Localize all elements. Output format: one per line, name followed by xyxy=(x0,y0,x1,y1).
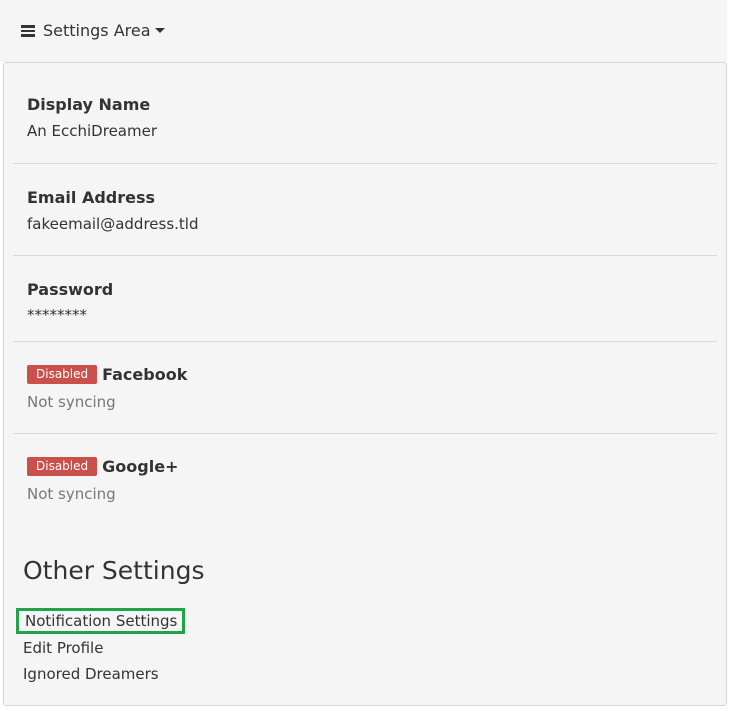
settings-area-dropdown[interactable]: Settings Area xyxy=(21,20,165,40)
settings-panel: Display Name An EcchiDreamer Email Addre… xyxy=(3,62,727,706)
facebook-status-badge: Disabled xyxy=(27,365,98,384)
password-label: Password xyxy=(27,280,114,299)
google-status-badge: Disabled xyxy=(27,457,98,476)
email-label: Email Address xyxy=(27,188,156,207)
other-settings-heading: Other Settings xyxy=(23,556,205,585)
ignored-dreamers-link[interactable]: Ignored Dreamers xyxy=(23,664,159,684)
top-bar: Settings Area xyxy=(0,0,727,62)
display-name-row[interactable]: Display Name An EcchiDreamer xyxy=(13,63,717,164)
settings-area-label: Settings Area xyxy=(43,20,151,40)
facebook-label: Facebook xyxy=(102,365,188,384)
email-row[interactable]: Email Address fakeemail@address.tld xyxy=(13,164,717,256)
facebook-label-group: Disabled Facebook xyxy=(27,365,187,384)
google-label: Google+ xyxy=(102,457,179,476)
google-label-group: Disabled Google+ xyxy=(27,457,178,476)
hamburger-icon xyxy=(21,24,35,37)
notification-settings-link[interactable]: Notification Settings xyxy=(16,608,186,634)
facebook-sync-status: Not syncing xyxy=(27,393,116,411)
facebook-row[interactable]: Disabled Facebook Not syncing xyxy=(13,342,717,434)
display-name-label: Display Name xyxy=(27,95,151,114)
edit-profile-link[interactable]: Edit Profile xyxy=(23,638,103,658)
google-sync-status: Not syncing xyxy=(27,485,116,503)
email-value: fakeemail@address.tld xyxy=(27,215,199,233)
password-value: ******** xyxy=(27,306,87,324)
google-row[interactable]: Disabled Google+ Not syncing xyxy=(13,434,717,526)
display-name-value: An EcchiDreamer xyxy=(27,122,157,140)
password-row[interactable]: Password ******** xyxy=(13,256,717,342)
caret-down-icon xyxy=(154,27,165,33)
